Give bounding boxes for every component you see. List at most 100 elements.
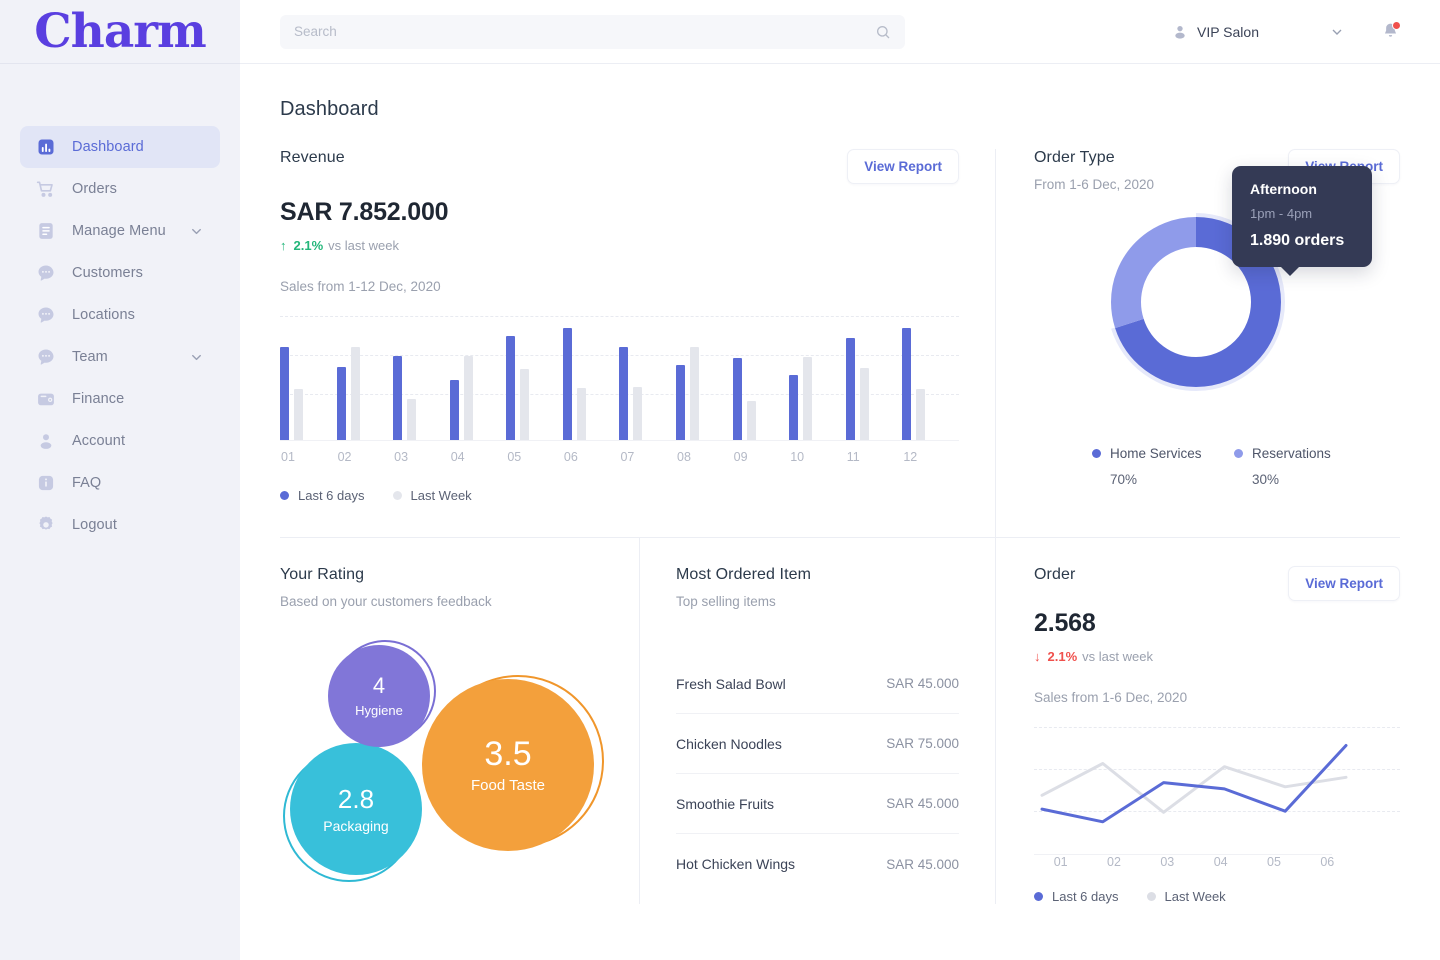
legend-dot — [1234, 449, 1243, 458]
chat-icon — [36, 263, 56, 283]
list-item[interactable]: Smoothie Fruits SAR 45.000 — [676, 774, 959, 834]
revenue-legend-item: Last Week — [392, 488, 472, 503]
order-type-donut-chart: Afternoon 1pm - 4pm 1.890 orders — [1034, 166, 1400, 446]
bar-group — [506, 323, 563, 441]
donut-legend-item: Reservations 30% — [1234, 446, 1376, 487]
chevron-down-icon[interactable] — [1329, 24, 1345, 40]
x-axis-label: 08 — [677, 450, 691, 464]
x-axis-label: 06 — [563, 450, 578, 464]
bar-group — [393, 323, 450, 441]
most-ordered-list: Fresh Salad Bowl SAR 45.000 Chicken Noodle… — [676, 654, 959, 894]
rating-bubble-packaging[interactable]: 2.8 Packaging — [290, 743, 422, 875]
bar-last-week — [803, 357, 813, 441]
bar-group — [789, 323, 846, 441]
revenue-legend-item: Last 6 days — [280, 488, 365, 503]
legend-label: Last 6 days — [1052, 889, 1119, 904]
order-delta-tail: vs last week — [1082, 649, 1153, 664]
rating-card: Your Rating Based on your customers feed… — [280, 538, 640, 904]
x-axis-label: 09 — [733, 450, 748, 464]
dashboard-content: Dashboard Revenue View Report SAR 7.852.… — [240, 64, 1440, 960]
sidebar-item-label: Finance — [72, 391, 125, 407]
brand-logo[interactable]: Charm — [0, 0, 240, 64]
bar-chart-icon — [36, 137, 56, 157]
rating-label: Packaging — [323, 817, 389, 834]
revenue-x-axis: 01 02 03 04 05 06 07 08 09 10 11 12 — [280, 450, 959, 464]
bottom-row: Your Rating Based on your customers feed… — [280, 538, 1400, 904]
bar-group — [732, 323, 790, 441]
chevron-down-icon[interactable] — [189, 224, 204, 239]
chevron-down-icon[interactable] — [189, 350, 204, 365]
topbar: VIP Salon — [240, 0, 1440, 64]
bar-last-6-days — [393, 356, 403, 441]
rating-bubble-food-taste[interactable]: 3.5 Food Taste — [422, 679, 594, 851]
bar-last-6-days — [562, 327, 572, 441]
bar-last-week — [520, 369, 530, 441]
bar-last-6-days — [676, 365, 686, 441]
item-price: SAR 45.000 — [886, 676, 959, 691]
x-axis-label: 05 — [1267, 855, 1281, 869]
rating-bubble-hygiene[interactable]: 4 Hygiene — [328, 645, 430, 747]
sidebar-item-customers[interactable]: Customers — [20, 252, 220, 294]
revenue-card: Revenue View Report SAR 7.852.000 ↑ 2.1%… — [280, 149, 996, 537]
user-menu[interactable]: VIP Salon — [1172, 24, 1259, 40]
arrow-down-icon: ↓ — [1034, 649, 1041, 664]
search-box[interactable] — [280, 14, 905, 49]
legend-label: Last Week — [1164, 889, 1226, 904]
bar-last-week — [859, 367, 869, 441]
item-name: Hot Chicken Wings — [676, 856, 796, 872]
sidebar-item-account[interactable]: Account — [20, 420, 220, 462]
revenue-value: SAR 7.852.000 — [280, 198, 449, 226]
sidebar-item-team[interactable]: Team — [20, 336, 220, 378]
bar-last-week — [294, 389, 303, 441]
sidebar-nav: Dashboard Orders Manage Menu Customers Locat… — [0, 126, 240, 546]
search-input[interactable] — [294, 24, 875, 39]
bar-last-week — [350, 346, 360, 441]
sidebar-item-finance[interactable]: Finance — [20, 378, 220, 420]
topbar-right: VIP Salon — [1172, 21, 1401, 41]
revenue-view-report-button[interactable]: View Report — [847, 149, 959, 184]
x-axis-label: 04 — [1213, 855, 1228, 869]
legend-dot — [1146, 892, 1156, 901]
bar-last-6-days — [789, 374, 799, 441]
cart-icon — [36, 179, 56, 199]
order-card-header: Order View Report — [1034, 566, 1400, 601]
sidebar-item-dashboard[interactable]: Dashboard — [20, 126, 220, 168]
list-item[interactable]: Fresh Salad Bowl SAR 45.000 — [676, 654, 959, 714]
sidebar-item-faq[interactable]: FAQ — [20, 462, 220, 504]
person-icon — [1172, 24, 1188, 40]
app-root: Charm Dashboard Orders Manage Menu Customer… — [0, 0, 1440, 960]
rating-value: 2.8 — [337, 783, 375, 814]
item-price: SAR 45.000 — [886, 796, 959, 811]
document-icon — [36, 221, 56, 241]
x-axis-label: 03 — [1160, 855, 1175, 869]
tooltip-sub: 1pm - 4pm — [1250, 206, 1313, 221]
sidebar-item-locations[interactable]: Locations — [20, 294, 220, 336]
notification-badge — [1392, 21, 1401, 30]
x-axis-label: 01 — [1053, 855, 1068, 869]
x-axis-label: 07 — [620, 450, 635, 464]
bar-last-week — [690, 346, 700, 441]
order-view-report-button[interactable]: View Report — [1288, 566, 1400, 601]
sidebar-item-manage-menu[interactable]: Manage Menu — [20, 210, 220, 252]
search-icon — [875, 24, 891, 40]
order-card: Order View Report 2.568 ↓ 2.1% vs last w… — [996, 538, 1400, 904]
rating-label: Food Taste — [471, 777, 545, 794]
legend-dot — [392, 491, 402, 500]
donut-legend-top: Reservations — [1234, 446, 1376, 461]
order-type-title: Order Type — [1034, 149, 1115, 166]
bar-group — [845, 323, 903, 441]
list-item[interactable]: Hot Chicken Wings SAR 45.000 — [676, 834, 959, 894]
list-item[interactable]: Chicken Noodles SAR 75.000 — [676, 714, 959, 774]
bar-last-week — [746, 400, 756, 441]
sidebar-item-label: Account — [72, 433, 126, 449]
x-axis-label: 05 — [507, 450, 522, 464]
bar-last-6-days — [845, 338, 855, 441]
item-name: Smoothie Fruits — [676, 795, 775, 812]
bar-last-6-days — [902, 327, 912, 441]
sidebar-item-label: Locations — [72, 307, 135, 323]
order-x-axis: 01 02 03 04 05 06 — [1034, 855, 1354, 869]
notifications-button[interactable] — [1381, 21, 1401, 41]
sidebar-item-label: Team — [72, 349, 108, 365]
sidebar-item-orders[interactable]: Orders — [20, 168, 220, 210]
sidebar-item-logout[interactable]: Logout — [20, 504, 220, 546]
